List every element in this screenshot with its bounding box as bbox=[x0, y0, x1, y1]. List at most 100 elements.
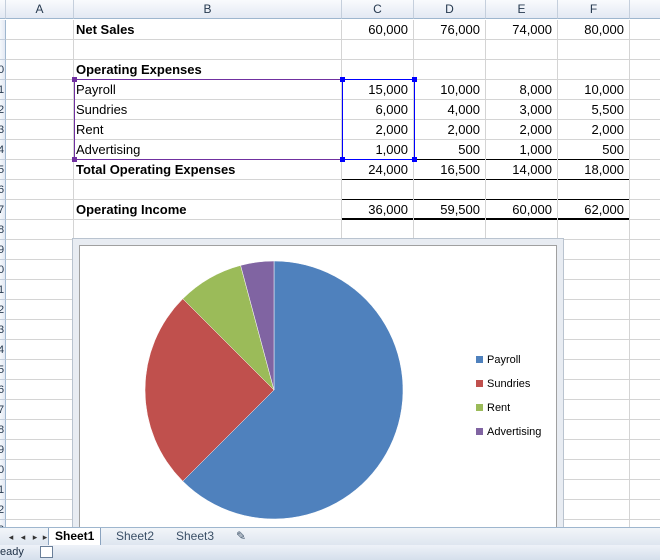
range-handle[interactable] bbox=[340, 77, 345, 82]
column-header-d[interactable]: D bbox=[414, 0, 486, 19]
macro-record-icon[interactable] bbox=[40, 546, 53, 558]
expense-value[interactable]: 2,000 bbox=[414, 120, 486, 140]
row-header[interactable] bbox=[0, 40, 6, 60]
net-sales-value[interactable]: 74,000 bbox=[486, 20, 558, 40]
sheet-tab-2[interactable]: Sheet2 bbox=[110, 528, 160, 545]
range-handle[interactable] bbox=[72, 77, 77, 82]
row-number: 7 bbox=[0, 204, 4, 216]
net-sales-value[interactable]: 80,000 bbox=[558, 20, 630, 40]
cell-border bbox=[486, 179, 557, 180]
net-sales-label[interactable]: Net Sales bbox=[74, 20, 342, 40]
legend-swatch bbox=[476, 355, 483, 363]
expense-value[interactable]: 10,000 bbox=[558, 80, 630, 100]
cell-border bbox=[558, 179, 629, 180]
status-text: eady bbox=[0, 546, 24, 558]
row-header[interactable]: 7 bbox=[0, 400, 6, 420]
column-header-f[interactable]: F bbox=[558, 0, 630, 19]
expense-value[interactable]: 2,000 bbox=[486, 120, 558, 140]
row-header[interactable]: 8 bbox=[0, 220, 6, 240]
operating-income-value[interactable]: 59,500 bbox=[414, 200, 486, 220]
expense-value[interactable]: 1,000 bbox=[486, 140, 558, 160]
row-header[interactable]: 1 bbox=[0, 280, 6, 300]
expense-value[interactable]: 3,000 bbox=[486, 100, 558, 120]
expense-value[interactable]: 10,000 bbox=[414, 80, 486, 100]
row-header[interactable]: 6 bbox=[0, 380, 6, 400]
row-header[interactable]: 5 bbox=[0, 360, 6, 380]
expense-value[interactable]: 5,500 bbox=[558, 100, 630, 120]
row-header[interactable]: 1 bbox=[0, 480, 6, 500]
column-header-g[interactable]: G bbox=[630, 0, 660, 19]
legend-item[interactable]: Sundries bbox=[476, 378, 530, 391]
row-header[interactable]: 0 bbox=[0, 260, 6, 280]
row-header[interactable]: 9 bbox=[0, 440, 6, 460]
legend-item[interactable]: Payroll bbox=[476, 354, 521, 367]
row-number: 4 bbox=[0, 144, 4, 156]
range-handle[interactable] bbox=[340, 157, 345, 162]
range-handle[interactable] bbox=[412, 77, 417, 82]
cell-border bbox=[342, 179, 413, 180]
column-header-e[interactable]: E bbox=[486, 0, 558, 19]
row-header[interactable] bbox=[0, 20, 6, 40]
legend-label: Advertising bbox=[487, 426, 542, 438]
expense-value[interactable]: 500 bbox=[414, 140, 486, 160]
range-handle[interactable] bbox=[412, 157, 417, 162]
total-expenses-value[interactable]: 24,000 bbox=[342, 160, 414, 180]
sheet-tab-1[interactable]: Sheet1 bbox=[48, 528, 102, 546]
row-header[interactable]: 3 bbox=[0, 120, 6, 140]
row-header[interactable]: 6 bbox=[0, 180, 6, 200]
value-range-highlight[interactable] bbox=[342, 79, 415, 160]
first-sheet-button[interactable]: ◂ bbox=[6, 530, 16, 544]
total-expenses-value[interactable]: 14,000 bbox=[486, 160, 558, 180]
row-number: 8 bbox=[0, 224, 4, 236]
row-number: 6 bbox=[0, 184, 4, 196]
row-header[interactable]: 2 bbox=[0, 300, 6, 320]
row-header[interactable]: 5 bbox=[0, 160, 6, 180]
row-header[interactable]: 4 bbox=[0, 140, 6, 160]
chart-object[interactable]: Payroll Sundries Rent Advertising bbox=[72, 238, 564, 527]
row-header[interactable]: 8 bbox=[0, 420, 6, 440]
next-sheet-button[interactable]: ▸ bbox=[30, 530, 40, 544]
cell-border bbox=[558, 218, 629, 220]
total-expenses-label[interactable]: Total Operating Expenses bbox=[74, 160, 342, 180]
row-number: 5 bbox=[0, 164, 4, 176]
worksheet-grid[interactable]: ABCDEFG 0 1 2 3 4 5 6 7 8 9 0 1 2 3 4 5 6 7 8 9 0 1 2 3 Net Sal… bbox=[0, 0, 660, 527]
category-range-highlight[interactable] bbox=[74, 79, 343, 160]
operating-income-value[interactable]: 60,000 bbox=[486, 200, 558, 220]
operating-expenses-header[interactable]: Operating Expenses bbox=[74, 60, 342, 80]
row-header[interactable]: 2 bbox=[0, 100, 6, 120]
row-header[interactable]: 7 bbox=[0, 200, 6, 220]
row-number: 2 bbox=[0, 304, 4, 316]
chart-plot-area[interactable]: Payroll Sundries Rent Advertising bbox=[79, 245, 557, 527]
prev-sheet-button[interactable]: ◂ bbox=[18, 530, 28, 544]
expense-value[interactable]: 8,000 bbox=[486, 80, 558, 100]
legend-item[interactable]: Rent bbox=[476, 402, 510, 415]
operating-income-label[interactable]: Operating Income bbox=[74, 200, 342, 220]
insert-sheet-icon[interactable]: ✎ bbox=[230, 528, 252, 545]
row-header[interactable]: 1 bbox=[0, 80, 6, 100]
row-header[interactable]: 2 bbox=[0, 500, 6, 520]
row-header[interactable]: 3 bbox=[0, 520, 6, 527]
column-header-b[interactable]: B bbox=[74, 0, 342, 19]
total-expenses-value[interactable]: 16,500 bbox=[414, 160, 486, 180]
column-header-c[interactable]: C bbox=[342, 0, 414, 19]
column-header-a[interactable]: A bbox=[6, 0, 74, 19]
row-number: 1 bbox=[0, 484, 4, 496]
legend-swatch bbox=[476, 403, 483, 411]
operating-income-value[interactable]: 36,000 bbox=[342, 200, 414, 220]
sheet-tab-3[interactable]: Sheet3 bbox=[170, 528, 220, 545]
row-header[interactable]: 4 bbox=[0, 340, 6, 360]
expense-value[interactable]: 4,000 bbox=[414, 100, 486, 120]
operating-income-value[interactable]: 62,000 bbox=[558, 200, 630, 220]
row-header[interactable]: 0 bbox=[0, 60, 6, 80]
expense-value[interactable]: 500 bbox=[558, 140, 630, 160]
net-sales-value[interactable]: 76,000 bbox=[414, 20, 486, 40]
total-expenses-value[interactable]: 18,000 bbox=[558, 160, 630, 180]
row-header[interactable]: 9 bbox=[0, 240, 6, 260]
legend-item[interactable]: Advertising bbox=[476, 426, 541, 439]
net-sales-value[interactable]: 60,000 bbox=[342, 20, 414, 40]
row-header[interactable]: 3 bbox=[0, 320, 6, 340]
row-number: 2 bbox=[0, 104, 4, 116]
range-handle[interactable] bbox=[72, 157, 77, 162]
row-header[interactable]: 0 bbox=[0, 460, 6, 480]
expense-value[interactable]: 2,000 bbox=[558, 120, 630, 140]
